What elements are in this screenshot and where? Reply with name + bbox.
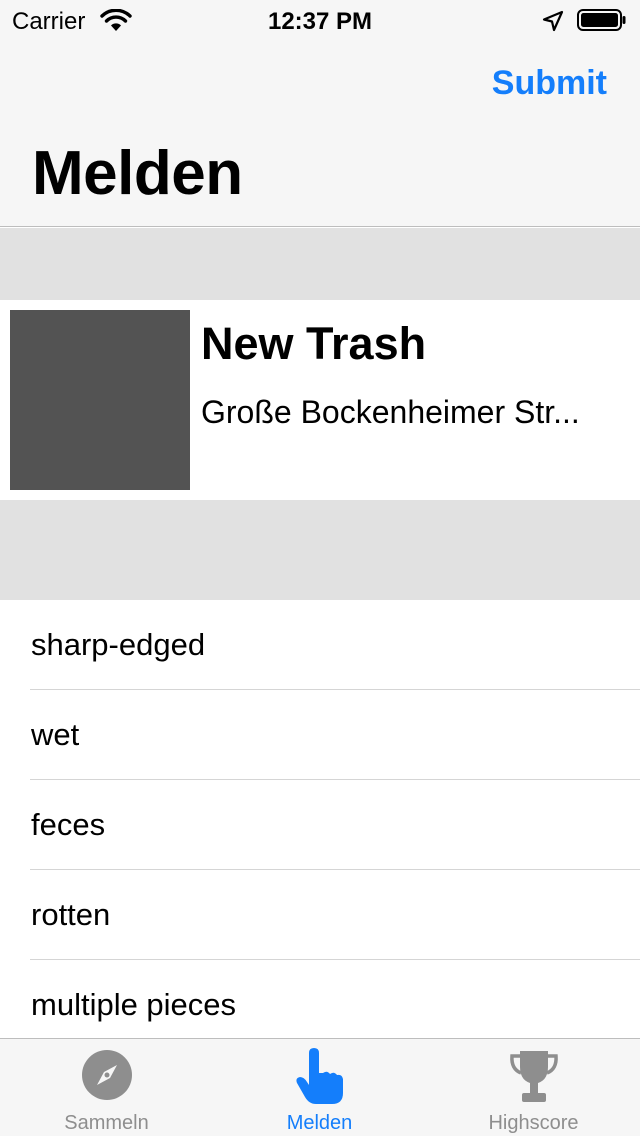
- pointing-hand-icon: [295, 1048, 343, 1104]
- list-item-label: sharp-edged: [31, 627, 206, 662]
- tab-melden[interactable]: Melden: [213, 1039, 426, 1136]
- list-item-rotten[interactable]: rotten: [0, 870, 640, 960]
- tab-label: Sammeln: [64, 1112, 149, 1134]
- section-separator: [0, 228, 640, 300]
- list-item-sharp-edged[interactable]: sharp-edged: [0, 600, 640, 690]
- trash-address: Große Bockenheimer Str...: [201, 394, 580, 430]
- battery-icon: [577, 9, 626, 31]
- compass-icon: [81, 1050, 132, 1100]
- list-item-label: wet: [31, 717, 80, 752]
- section-separator: [0, 500, 640, 600]
- list-item-feces[interactable]: feces: [0, 780, 640, 870]
- page-title: Melden: [32, 139, 243, 208]
- attribute-list: sharp-edged wet feces rotten multiple pi…: [0, 600, 640, 1050]
- list-item-wet[interactable]: wet: [0, 690, 640, 780]
- submit-button[interactable]: Submit: [492, 64, 607, 103]
- list-item-label: rotten: [31, 897, 111, 932]
- navigation-bar: Carrier 12:37 PM Submit Melden: [0, 0, 640, 227]
- tab-label: Melden: [286, 1112, 353, 1134]
- trash-photo-thumbnail[interactable]: [10, 310, 190, 490]
- list-item-multiple-pieces[interactable]: multiple pieces: [0, 960, 640, 1050]
- tab-bar: Sammeln Melden Highscore: [0, 1038, 640, 1136]
- trash-summary-cell[interactable]: New Trash Große Bockenheimer Str...: [0, 300, 640, 500]
- list-item-label: multiple pieces: [31, 987, 237, 1022]
- tab-highscore[interactable]: Highscore: [427, 1039, 640, 1136]
- tab-label: Highscore: [488, 1112, 579, 1134]
- location-arrow-icon: [542, 10, 564, 32]
- status-bar: Carrier 12:37 PM: [0, 0, 640, 40]
- trash-title: New Trash: [201, 318, 427, 369]
- list-item-label: feces: [31, 807, 106, 842]
- tab-sammeln[interactable]: Sammeln: [0, 1039, 213, 1136]
- trophy-icon: [509, 1051, 558, 1102]
